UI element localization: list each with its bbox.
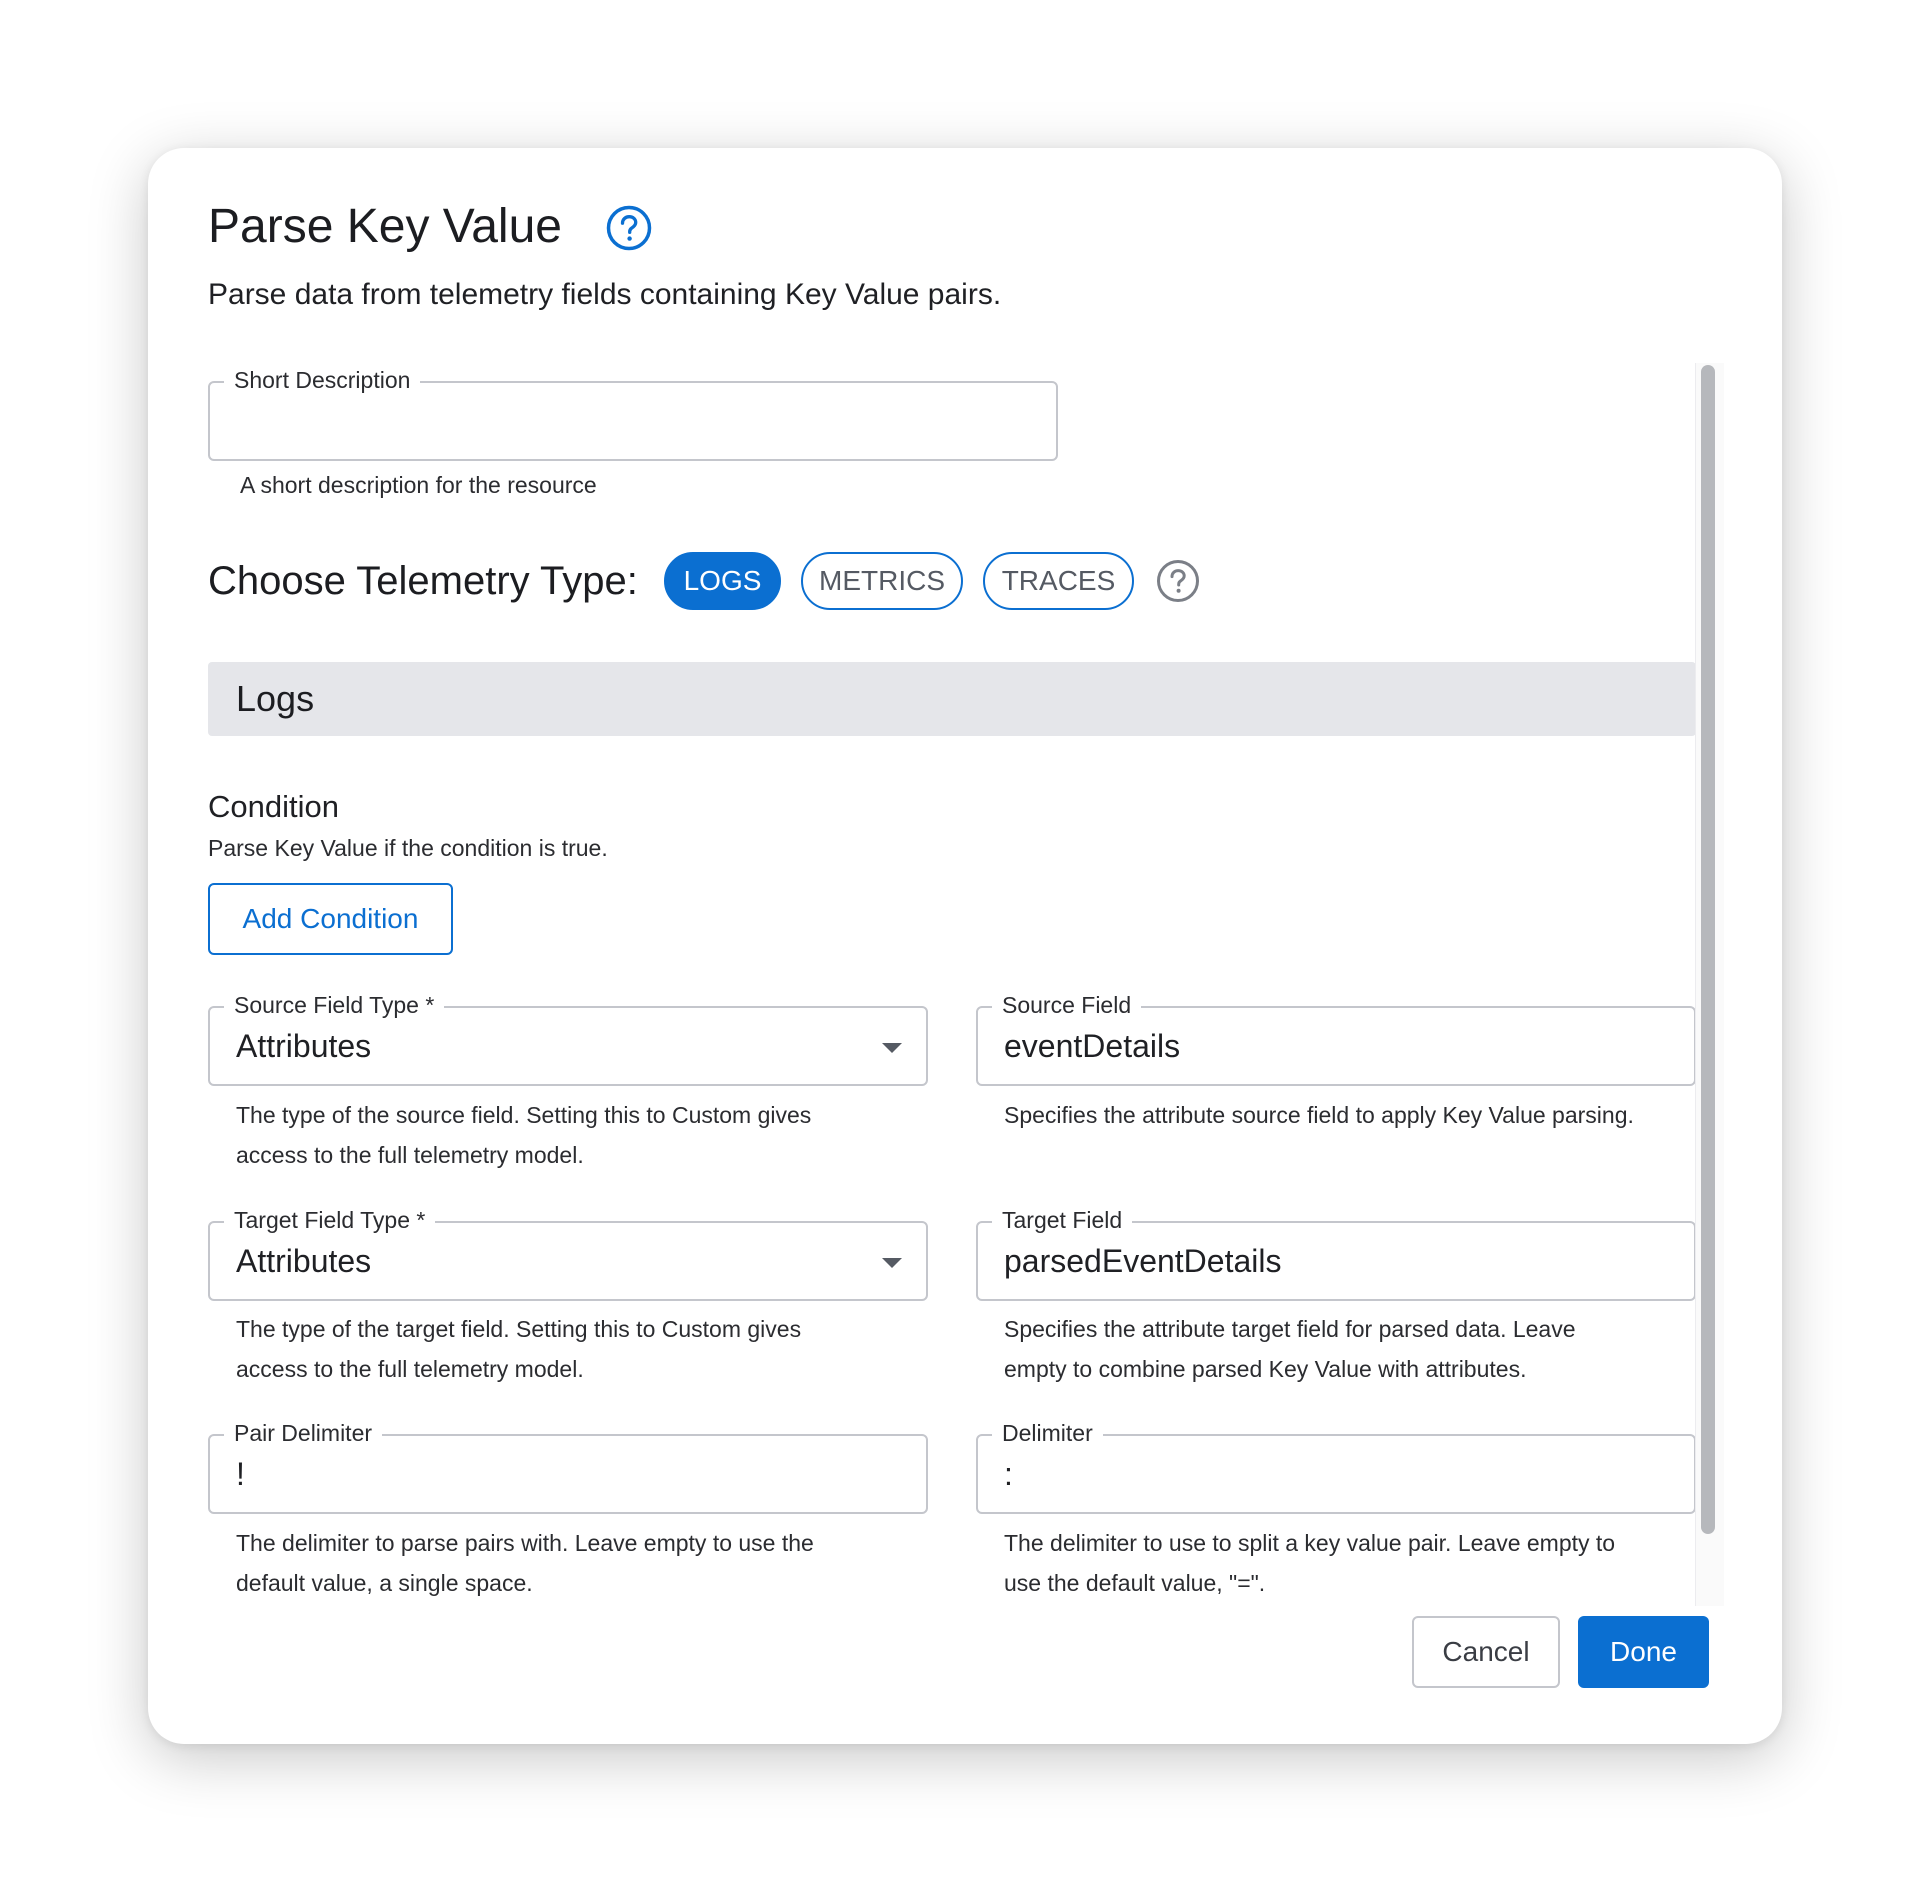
telemetry-logs-button[interactable]: LOGS xyxy=(664,552,781,610)
pair-delimiter-helper-2: default value, a single space. xyxy=(236,1570,533,1596)
short-description-input[interactable]: Short Description xyxy=(208,366,1058,461)
source-field-helper-1: Specifies the attribute source field to … xyxy=(1004,1102,1634,1128)
telemetry-metrics-button[interactable]: METRICS xyxy=(801,552,963,610)
target-field-helper-1: Specifies the attribute target field for… xyxy=(1004,1316,1576,1342)
pair-delimiter-helper-1: The delimiter to parse pairs with. Leave… xyxy=(236,1530,814,1556)
delimiter-value: : xyxy=(1004,1456,1013,1492)
add-condition-button[interactable]: Add Condition xyxy=(208,883,453,955)
target-field-type-value: Attributes xyxy=(236,1243,372,1279)
pair-delimiter-value: ! xyxy=(236,1456,245,1492)
target-field-type-helper-1: The type of the target field. Setting th… xyxy=(236,1316,802,1342)
logs-section-header: Logs xyxy=(208,662,1696,736)
target-field-type-label: Target Field Type * xyxy=(224,1206,436,1234)
delimiter-input[interactable]: Delimiter : xyxy=(976,1419,1696,1514)
source-field-type-select[interactable]: Source Field Type * Attributes xyxy=(208,991,928,1086)
section-title: Logs xyxy=(236,678,315,719)
question-circle-icon[interactable] xyxy=(1156,559,1200,603)
target-field-value: parsedEventDetails xyxy=(1004,1243,1282,1279)
source-field-type-value: Attributes xyxy=(236,1028,372,1064)
source-field-type-label: Source Field Type * xyxy=(224,991,445,1019)
target-field-type-helper-2: access to the full telemetry model. xyxy=(236,1356,584,1382)
dialog-subtitle: Parse data from telemetry fields contain… xyxy=(208,278,1002,311)
caret-down-icon xyxy=(882,1258,902,1268)
done-button[interactable]: Done xyxy=(1578,1616,1709,1688)
target-field-helper-2: empty to combine parsed Key Value with a… xyxy=(1004,1356,1527,1382)
delimiter-helper-2: use the default value, "=". xyxy=(1004,1570,1266,1596)
source-field-value: eventDetails xyxy=(1004,1028,1181,1064)
condition-title: Condition xyxy=(208,789,339,824)
source-field-label: Source Field xyxy=(992,991,1142,1019)
pair-delimiter-label: Pair Delimiter xyxy=(224,1419,383,1447)
delimiter-helper-1: The delimiter to use to split a key valu… xyxy=(1004,1530,1616,1556)
parse-key-value-dialog: Parse Key Value Parse data from telemetr… xyxy=(148,148,1782,1744)
telemetry-type-label: Choose Telemetry Type: xyxy=(208,559,638,603)
telemetry-traces-button[interactable]: TRACES xyxy=(983,552,1134,610)
caret-down-icon xyxy=(882,1043,902,1053)
short-description-helper: A short description for the resource xyxy=(240,472,597,498)
dialog-title: Parse Key Value xyxy=(208,200,562,253)
source-field-input[interactable]: Source Field eventDetails xyxy=(976,991,1696,1086)
target-field-label: Target Field xyxy=(992,1206,1133,1234)
target-field-type-select[interactable]: Target Field Type * Attributes xyxy=(208,1206,928,1301)
delimiter-label: Delimiter xyxy=(992,1419,1103,1447)
source-field-type-helper-1: The type of the source field. Setting th… xyxy=(236,1102,812,1128)
cancel-button[interactable]: Cancel xyxy=(1412,1616,1560,1688)
condition-description: Parse Key Value if the condition is true… xyxy=(208,835,608,861)
short-description-label: Short Description xyxy=(224,366,421,394)
source-field-type-helper-2: access to the full telemetry model. xyxy=(236,1142,584,1168)
pair-delimiter-input[interactable]: Pair Delimiter ! xyxy=(208,1419,928,1514)
scrollbar-thumb[interactable] xyxy=(1701,365,1715,1534)
question-circle-icon[interactable] xyxy=(605,204,653,252)
target-field-input[interactable]: Target Field parsedEventDetails xyxy=(976,1206,1696,1301)
